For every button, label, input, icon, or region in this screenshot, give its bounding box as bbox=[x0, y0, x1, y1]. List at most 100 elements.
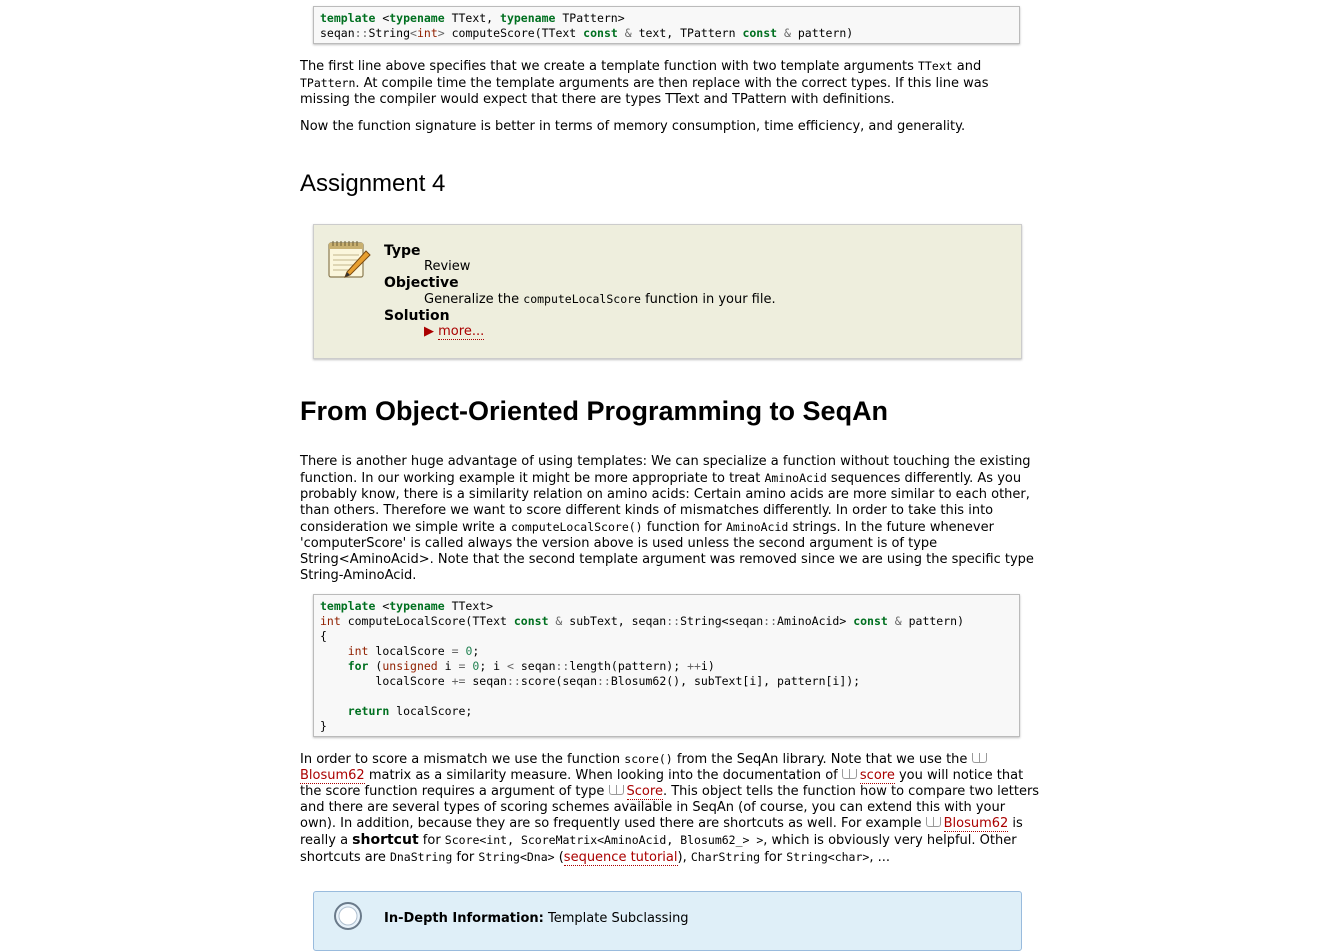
code-token: seqan bbox=[465, 674, 507, 688]
code-token: & bbox=[548, 614, 570, 628]
code-token: int bbox=[320, 614, 341, 628]
code-token: :: bbox=[506, 674, 521, 688]
code-token: = bbox=[451, 644, 459, 658]
score-function-link[interactable]: score bbox=[859, 768, 895, 784]
code-token: += bbox=[451, 674, 466, 688]
blosum62-link[interactable]: Blosum62 bbox=[943, 816, 1009, 832]
code-token: const bbox=[583, 26, 618, 40]
code-block-signature: template <typename TText, typename TPatt… bbox=[313, 6, 1020, 44]
code-token: unsigned bbox=[382, 659, 438, 673]
text-run: matrix as a similarity measure. When loo… bbox=[364, 768, 842, 783]
code-token: return bbox=[347, 704, 390, 718]
text-run: function in your file. bbox=[640, 292, 776, 307]
code-token: localScore bbox=[368, 644, 452, 658]
code-token: 0 bbox=[458, 644, 473, 658]
text-run: for bbox=[452, 850, 479, 865]
code-token: String<seqan bbox=[680, 614, 764, 628]
emphasis: shortcut bbox=[352, 832, 419, 848]
code-token: > bbox=[437, 26, 445, 40]
code-line: return localScore; bbox=[320, 704, 473, 718]
code-token: :: bbox=[354, 26, 369, 40]
text-run: ), bbox=[677, 850, 691, 865]
text-run: , ... bbox=[869, 850, 890, 865]
code-block-local-score: template <typename TText> int computeLoc… bbox=[313, 594, 1020, 737]
doc-book-icon bbox=[608, 785, 624, 795]
code-token: ( bbox=[368, 659, 383, 673]
code-token: TText> bbox=[444, 599, 494, 613]
inline-code: AminoAcid bbox=[726, 520, 789, 534]
code-token: int bbox=[416, 26, 438, 40]
code-token: const bbox=[742, 26, 778, 40]
objective-value: Generalize the computeLocalScore functio… bbox=[424, 291, 776, 308]
code-text: template <typename TText> int computeLoc… bbox=[314, 595, 1019, 736]
notepad-pencil-icon bbox=[328, 241, 371, 278]
inline-code: score() bbox=[624, 752, 673, 766]
code-token: i bbox=[437, 659, 459, 673]
paragraph-scoring: In order to score a mismatch we use the … bbox=[300, 751, 1040, 866]
type-value: Review bbox=[424, 259, 471, 274]
doc-book-icon bbox=[971, 753, 987, 763]
text-run: The first line above specifies that we c… bbox=[300, 59, 918, 74]
text-run: function for bbox=[642, 520, 726, 535]
info-title: In-Depth Information: Template Subclassi… bbox=[384, 911, 689, 926]
code-token: & bbox=[777, 26, 798, 40]
inline-code: Score<int, ScoreMatrix<AminoAcid, Blosum… bbox=[444, 833, 764, 847]
code-token: seqan bbox=[513, 659, 556, 673]
code-token: ; i bbox=[479, 659, 508, 673]
code-token: pattern) bbox=[797, 26, 854, 40]
more-link[interactable]: more... bbox=[438, 324, 485, 340]
inline-code: computeLocalScore bbox=[523, 292, 641, 306]
paragraph-template-explanation: The first line above specifies that we c… bbox=[300, 58, 1040, 108]
text-run: from the SeqAn library. Note that we use… bbox=[672, 752, 972, 767]
objective-label: Objective bbox=[384, 275, 459, 291]
solution-toggle[interactable]: ▶ more... bbox=[424, 324, 776, 340]
code-token: & bbox=[617, 26, 639, 40]
code-token: length(pattern); bbox=[569, 659, 688, 673]
code-token: for bbox=[347, 659, 369, 673]
sequence-tutorial-link[interactable]: sequence tutorial bbox=[563, 850, 678, 866]
code-token: score(seqan bbox=[520, 674, 597, 688]
code-line: localScore += seqan::score(seqan::Blosum… bbox=[320, 674, 860, 688]
code-token: & bbox=[887, 614, 909, 628]
code-line: int computeLocalScore(TText const & subT… bbox=[320, 614, 964, 628]
code-token: pattern) bbox=[908, 614, 964, 628]
score-class-link[interactable]: Score bbox=[626, 784, 663, 800]
code-token: localScore; bbox=[389, 704, 473, 718]
solution-label: Solution bbox=[384, 308, 450, 324]
code-token: text, TPattern bbox=[638, 26, 743, 40]
inline-code: DnaString bbox=[389, 850, 453, 864]
text-run: for bbox=[418, 833, 445, 848]
code-line: template <typename TText> bbox=[320, 599, 493, 613]
assignment-box: Type Review Objective Generalize the com… bbox=[313, 224, 1022, 359]
inline-code: String<char> bbox=[786, 850, 870, 864]
code-token: seqan bbox=[320, 26, 355, 40]
code-line: template <typename TText, typename TPatt… bbox=[320, 11, 625, 25]
code-token: < bbox=[507, 659, 514, 673]
code-line: int localScore = 0; bbox=[320, 644, 480, 658]
code-token: < bbox=[375, 11, 390, 25]
paragraph-templates-advantage: There is another huge advantage of using… bbox=[300, 454, 1035, 584]
code-token: < bbox=[375, 599, 390, 613]
expand-triangle-icon: ▶ bbox=[424, 324, 434, 339]
code-token: ; bbox=[472, 644, 480, 658]
inline-code: CharString bbox=[690, 850, 761, 864]
type-label: Type bbox=[384, 243, 421, 259]
code-token: 0 bbox=[465, 659, 480, 673]
doc-book-icon bbox=[925, 817, 941, 827]
code-token: computeLocalScore(TText bbox=[340, 614, 514, 628]
code-token: typename bbox=[500, 11, 556, 25]
text-run: for bbox=[760, 850, 787, 865]
code-token: typename bbox=[389, 599, 445, 613]
inline-code: TPattern bbox=[300, 76, 356, 90]
code-token: template bbox=[320, 11, 376, 25]
code-token: < bbox=[410, 26, 417, 40]
code-token: TPattern> bbox=[555, 11, 625, 25]
code-token: :: bbox=[597, 674, 611, 688]
inline-code: AminoAcid bbox=[764, 471, 827, 485]
inline-code: TText bbox=[917, 59, 953, 73]
blosum62-link[interactable]: Blosum62 bbox=[300, 768, 365, 784]
text-run: ( bbox=[554, 850, 564, 865]
code-token: ++ bbox=[687, 659, 701, 673]
